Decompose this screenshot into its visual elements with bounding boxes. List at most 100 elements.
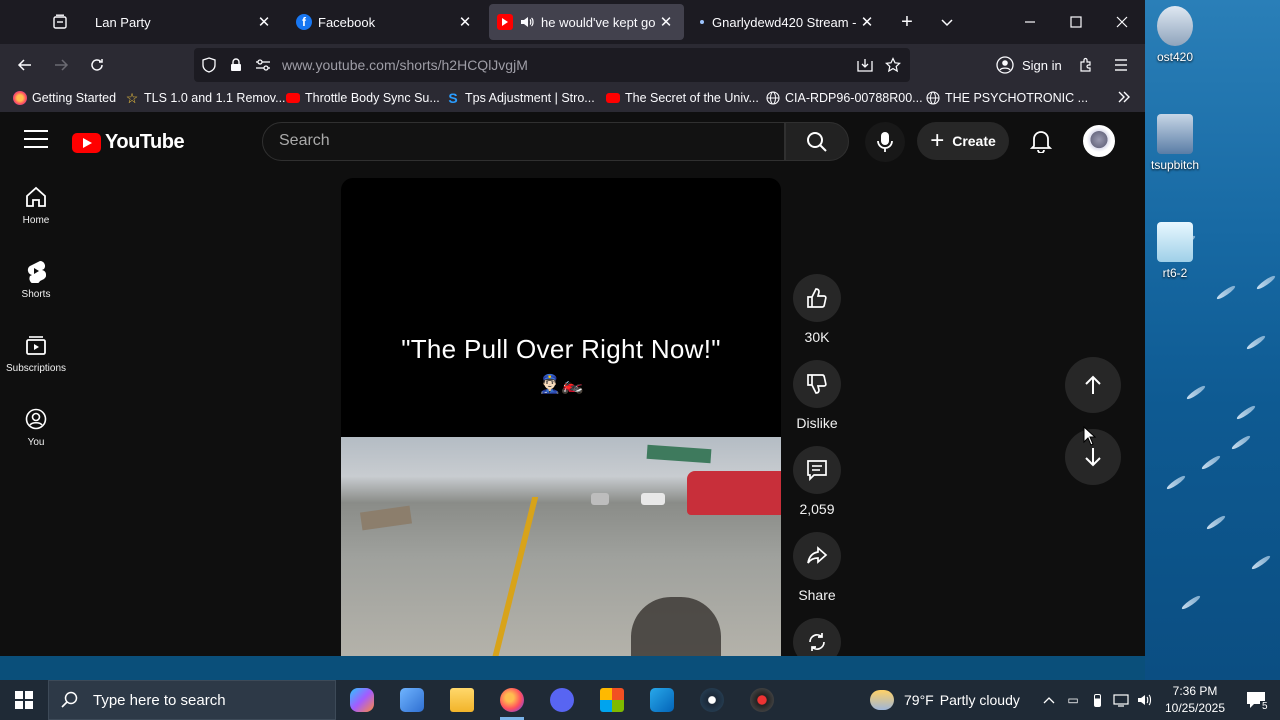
tab-title: Gnarlydewd420 Stream - W — [712, 14, 857, 30]
bookmark-tps-adjustment[interactable]: S Tps Adjustment | Stro... — [446, 90, 594, 106]
tab-youtube-short[interactable]: he would've kept goin ✕ — [489, 4, 684, 40]
app-menu-button[interactable] — [1106, 50, 1136, 80]
arrow-down-icon — [1085, 448, 1101, 467]
back-button[interactable] — [10, 50, 40, 80]
tab-lan-party[interactable]: Lan Party ✕ — [87, 4, 282, 40]
remix-button[interactable] — [793, 618, 841, 656]
arrow-up-icon — [1085, 375, 1101, 394]
weather-widget[interactable]: 79°F Partly cloudy — [870, 680, 1020, 720]
wallpaper-fish — [1245, 334, 1267, 351]
youtube-logo[interactable]: YouTube — [72, 131, 185, 154]
close-tab-icon[interactable]: ✕ — [857, 13, 877, 31]
shorts-icon — [24, 259, 48, 283]
store-icon — [600, 688, 624, 712]
voice-search-button[interactable] — [865, 122, 905, 162]
notifications-button[interactable] — [1026, 126, 1056, 156]
taskbar-app-explorer[interactable] — [438, 680, 486, 720]
comments-button[interactable] — [793, 446, 841, 494]
user-icon — [24, 407, 48, 431]
tab-facebook[interactable]: f Facebook ✕ — [288, 4, 483, 40]
task-view-icon — [400, 688, 424, 712]
taskbar-app-steam[interactable] — [688, 680, 736, 720]
bookmark-psychotronic[interactable]: THE PSYCHOTRONIC ... — [926, 91, 1088, 105]
bookmarks-overflow-button[interactable] — [1117, 90, 1131, 104]
youtube-page: YouTube + Create — [0, 112, 1145, 656]
tray-meet-now[interactable]: ▭ — [1065, 692, 1081, 708]
taskbar-search[interactable]: Type here to search — [48, 680, 336, 720]
minimize-button[interactable] — [1007, 0, 1053, 44]
shorts-video-player[interactable]: "The Pull Over Right Now!" 👮🏻‍♂️🏍️ — [341, 178, 781, 656]
forward-button[interactable] — [46, 50, 76, 80]
avatar[interactable] — [1083, 125, 1115, 157]
taskbar-app-store[interactable] — [588, 680, 636, 720]
sign-in-button[interactable]: Sign in — [996, 51, 1062, 79]
dislike-button[interactable] — [793, 360, 841, 408]
tray-network[interactable] — [1113, 692, 1129, 708]
start-button[interactable] — [0, 680, 48, 720]
tab-list-button[interactable] — [38, 0, 82, 44]
reload-icon — [91, 59, 103, 71]
lock-icon[interactable] — [227, 56, 245, 74]
discord-icon — [550, 688, 574, 712]
tray-battery[interactable] — [1089, 692, 1105, 708]
guide-menu-button[interactable] — [24, 130, 48, 150]
weather-text: Partly cloudy — [939, 692, 1020, 708]
extensions-button[interactable] — [1071, 50, 1101, 80]
taskbar-app-obs[interactable] — [738, 680, 786, 720]
close-tab-icon[interactable]: ✕ — [455, 13, 475, 31]
tray-volume[interactable] — [1137, 692, 1153, 708]
download-page-icon[interactable] — [856, 56, 874, 74]
wallpaper-fish — [1250, 554, 1272, 571]
search-input[interactable] — [279, 132, 759, 150]
previous-short-button[interactable] — [1065, 357, 1121, 413]
shield-icon[interactable] — [200, 56, 218, 74]
logo-text: YouTube — [105, 131, 185, 153]
bookmark-cia-rdp[interactable]: CIA-RDP96-00788R00... — [766, 91, 923, 105]
guide-item-shorts[interactable]: Shorts — [0, 242, 72, 316]
taskbar-app-firefox[interactable] — [488, 680, 536, 720]
bookmark-tls[interactable]: ☆ TLS 1.0 and 1.1 Remov... — [125, 90, 286, 106]
page-settings-icon[interactable] — [254, 56, 272, 74]
s-icon: S — [448, 90, 458, 106]
taskbar-app-copilot[interactable] — [338, 680, 386, 720]
close-window-button[interactable] — [1099, 0, 1145, 44]
search-button[interactable] — [785, 122, 849, 161]
bookmark-secret-universe[interactable]: The Secret of the Univ... — [606, 91, 759, 105]
maximize-button[interactable] — [1053, 0, 1099, 44]
reload-button[interactable] — [82, 50, 112, 80]
taskbar-app-discord[interactable] — [538, 680, 586, 720]
share-button[interactable] — [793, 532, 841, 580]
tab-stream[interactable]: Gnarlydewd420 Stream - W ✕ — [690, 4, 885, 40]
url-text[interactable]: www.youtube.com/shorts/h2HCQlJvgjM — [282, 57, 528, 73]
guide-item-subscriptions[interactable]: Subscriptions — [0, 316, 72, 390]
guide-label: Home — [22, 214, 50, 226]
taskbar-app-outlook[interactable] — [638, 680, 686, 720]
close-tab-icon[interactable]: ✕ — [656, 13, 676, 31]
show-hidden-icons-button[interactable] — [1041, 692, 1057, 708]
clock-time: 7:36 PM — [1172, 684, 1218, 698]
share-label: Share — [798, 587, 836, 603]
speaker-icon[interactable] — [519, 14, 535, 30]
bookmark-star-icon[interactable] — [884, 56, 902, 74]
notification-center-button[interactable]: 5 — [1236, 680, 1276, 720]
system-clock[interactable]: 7:36 PM 10/25/2025 — [1160, 683, 1230, 717]
plus-icon: + — [901, 10, 913, 33]
guide-item-you[interactable]: You — [0, 390, 72, 464]
dislike-action: Dislike — [793, 360, 841, 431]
bookmark-throttle-body[interactable]: Throttle Body Sync Su... — [286, 91, 440, 105]
desktop-icon[interactable]: rt6-2 — [1145, 222, 1205, 280]
taskbar-app-taskview[interactable] — [388, 680, 436, 720]
address-bar[interactable]: www.youtube.com/shorts/h2HCQlJvgjM — [194, 48, 910, 82]
close-tab-icon[interactable]: ✕ — [254, 13, 274, 31]
guide-item-home[interactable]: Home — [0, 168, 72, 242]
road-line — [489, 497, 539, 656]
desktop-wallpaper: ost420 tsupbitch rt6-2 — [1145, 0, 1280, 680]
bookmark-getting-started[interactable]: Getting Started — [13, 91, 116, 105]
chevron-down-icon — [941, 19, 953, 27]
youtube-icon — [497, 14, 513, 30]
like-button[interactable] — [793, 274, 841, 322]
create-button[interactable]: + Create — [917, 122, 1009, 160]
desktop-icon[interactable]: ost420 — [1145, 6, 1205, 64]
desktop-icon[interactable]: tsupbitch — [1145, 114, 1205, 172]
tab-overflow-button[interactable] — [924, 0, 970, 44]
